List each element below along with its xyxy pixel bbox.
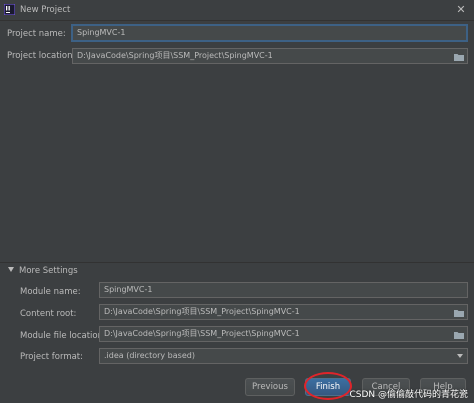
- previous-button[interactable]: Previous: [245, 378, 295, 396]
- content-root-field[interactable]: D:\JavaCode\Spring项目\SSM_Project\SpingMV…: [99, 304, 468, 320]
- title-bar: New Project ✕: [0, 0, 474, 21]
- browse-project-location-button[interactable]: [452, 50, 466, 63]
- triangle-down-icon: [8, 267, 14, 272]
- module-file-location-value: D:\JavaCode\Spring项目\SSM_Project\SpingMV…: [104, 329, 300, 338]
- intellij-idea-icon: [4, 4, 15, 15]
- window-title: New Project: [20, 5, 71, 15]
- module-file-location-label: Module file location:: [20, 331, 106, 341]
- project-location-field[interactable]: D:\JavaCode\Spring项目\SSM_Project\SpingMV…: [72, 48, 468, 64]
- chevron-down-icon: [457, 354, 463, 358]
- project-format-value: .idea (directory based): [104, 351, 195, 360]
- content-root-label: Content root:: [20, 309, 77, 319]
- more-settings-header: More Settings: [19, 266, 78, 276]
- close-icon[interactable]: ✕: [454, 3, 468, 17]
- content-root-value: D:\JavaCode\Spring项目\SSM_Project\SpingMV…: [104, 307, 300, 316]
- folder-icon: [454, 54, 464, 61]
- folder-icon: [454, 310, 464, 317]
- project-name-input[interactable]: SpingMVC-1: [72, 25, 467, 41]
- folder-icon: [454, 332, 464, 339]
- previous-button-label: Previous: [252, 382, 288, 392]
- browse-module-file-location-button[interactable]: [452, 328, 466, 341]
- project-format-label: Project format:: [20, 352, 84, 362]
- watermark: CSDN @偷偷敲代码的青花瓷: [349, 390, 468, 400]
- project-location-label: Project location:: [7, 51, 76, 61]
- project-name-label: Project name:: [7, 29, 66, 39]
- module-name-label: Module name:: [20, 287, 81, 297]
- module-name-input[interactable]: SpingMVC-1: [99, 282, 468, 298]
- annotation-circle: [304, 372, 352, 400]
- browse-content-root-button[interactable]: [452, 306, 466, 319]
- project-location-value: D:\JavaCode\Spring项目\SSM_Project\SpingMV…: [77, 51, 273, 60]
- project-format-select[interactable]: .idea (directory based): [99, 348, 468, 364]
- module-file-location-field[interactable]: D:\JavaCode\Spring项目\SSM_Project\SpingMV…: [99, 326, 468, 342]
- more-settings-toggle[interactable]: More Settings: [8, 266, 78, 278]
- section-divider: [0, 262, 474, 263]
